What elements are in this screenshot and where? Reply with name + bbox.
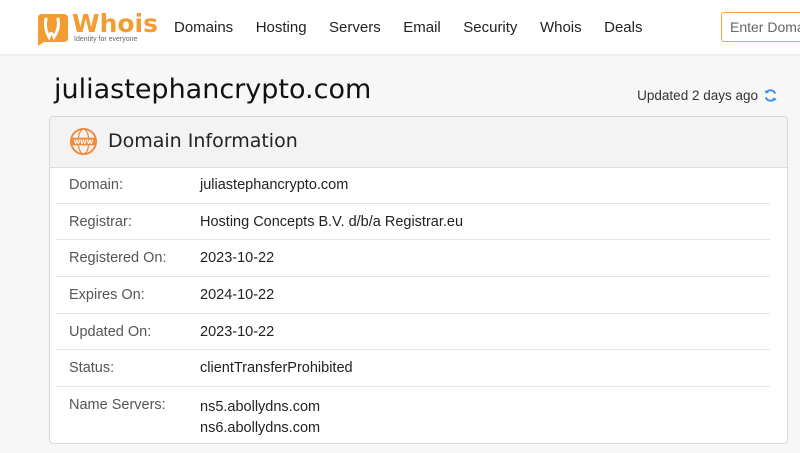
nav-domains[interactable]: Domains <box>174 19 233 36</box>
row-label: Expires On: <box>69 286 145 303</box>
table-row-name-servers: Name Servers: ns5.abollydns.com ns6.abol… <box>56 387 770 443</box>
nav-servers[interactable]: Servers <box>329 19 381 36</box>
row-value: 2023-10-22 <box>200 323 275 340</box>
nav-security[interactable]: Security <box>463 19 517 36</box>
whois-logo[interactable]: Whois Identity for everyone <box>34 10 158 46</box>
row-value: juliastephancrypto.com <box>200 176 349 193</box>
top-navigation-bar: Whois Identity for everyone Domains Host… <box>0 0 800 54</box>
row-label: Domain: <box>69 176 123 193</box>
updated-text: Updated 2 days ago <box>637 88 758 103</box>
table-row: Registrar: Hosting Concepts B.V. d/b/a R… <box>56 204 770 241</box>
logo-text: Whois <box>72 9 158 38</box>
row-value: clientTransferProhibited <box>200 360 353 377</box>
domain-information-card: WWW Domain Information Domain: juliastep… <box>49 116 788 444</box>
name-servers-value: ns5.abollydns.com ns6.abollydns.com <box>200 397 320 439</box>
www-globe-icon: WWW <box>69 127 98 156</box>
domain-search-input[interactable] <box>721 12 800 42</box>
row-value: 2024-10-22 <box>200 286 275 303</box>
row-value: 2023-10-22 <box>200 250 275 267</box>
nav-deals[interactable]: Deals <box>604 19 642 36</box>
table-row: Expires On: 2024-10-22 <box>56 277 770 314</box>
nav-email[interactable]: Email <box>403 19 441 36</box>
nav-whois[interactable]: Whois <box>540 19 582 36</box>
refresh-icon[interactable] <box>763 88 778 103</box>
domain-info-table: Domain: juliastephancrypto.com Registrar… <box>56 167 770 443</box>
name-server: ns5.abollydns.com <box>200 399 321 416</box>
row-label: Registered On: <box>69 250 167 267</box>
logo-tagline: Identity for everyone <box>74 36 138 43</box>
row-label: Name Servers: <box>69 397 166 414</box>
row-label: Updated On: <box>69 323 152 340</box>
updated-status: Updated 2 days ago <box>637 88 778 103</box>
nav-hosting[interactable]: Hosting <box>256 19 307 36</box>
table-row: Domain: juliastephancrypto.com <box>56 167 770 204</box>
card-title: Domain Information <box>108 130 298 152</box>
table-row: Status: clientTransferProhibited <box>56 350 770 388</box>
row-label: Registrar: <box>69 213 132 230</box>
table-row: Registered On: 2023-10-22 <box>56 240 770 278</box>
row-label: Status: <box>69 360 115 377</box>
row-value: Hosting Concepts B.V. d/b/a Registrar.eu <box>200 213 464 230</box>
svg-text:WWW: WWW <box>74 140 94 146</box>
page-title: juliastephancrypto.com <box>54 74 372 105</box>
name-server: ns6.abollydns.com <box>200 420 321 437</box>
main-nav: Domains Hosting Servers Email Security W… <box>174 0 665 54</box>
table-row: Updated On: 2023-10-22 <box>56 314 770 351</box>
card-header: WWW Domain Information <box>50 117 787 168</box>
logo-badge-icon <box>38 14 68 46</box>
